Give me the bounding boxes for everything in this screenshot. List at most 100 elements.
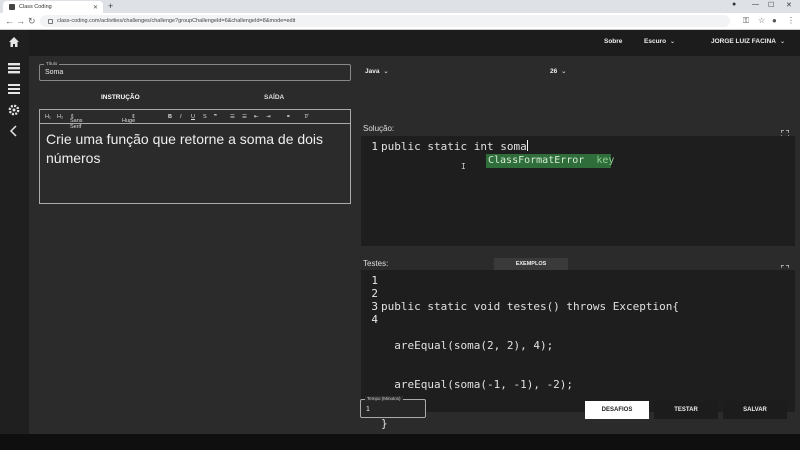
url-input[interactable]: class-coding.com/activities/challenges/c…	[40, 15, 730, 27]
outdent-icon[interactable]: ⇤	[254, 114, 259, 120]
line-numbers: 1 2 3 4	[361, 274, 378, 326]
line-number: 1	[371, 140, 378, 153]
close-icon[interactable]: ✕	[93, 4, 98, 11]
browser-tab-bar: Class Coding ✕ + ● — ☐ ✕	[0, 0, 800, 13]
browser-menu-icon[interactable]: ●	[732, 1, 736, 8]
instruction-tabs: INSTRUÇÃO SAÍDA	[39, 90, 351, 106]
line-number: 3	[371, 300, 378, 313]
solution-code[interactable]: public static int soma	[381, 140, 528, 153]
title-field-label: Título	[44, 61, 60, 66]
indent-icon[interactable]: ⇥	[266, 114, 271, 120]
chevron-down-icon: ⌄	[670, 39, 676, 45]
testes-label: Testes:	[363, 259, 389, 268]
star-icon[interactable]: ☆	[758, 16, 765, 25]
salvar-button[interactable]: SALVAR	[723, 401, 787, 419]
bold-icon[interactable]: B	[168, 114, 172, 120]
address-bar: ← → ↻ class-coding.com/activities/challe…	[0, 13, 800, 30]
fullscreen-icon[interactable]	[780, 260, 790, 274]
code-line: areEqual(soma(-1, -1), -2);	[381, 378, 574, 391]
desafios-button[interactable]: DESAFIOS	[585, 401, 649, 419]
fullscreen-icon[interactable]	[780, 125, 790, 139]
theme-select-value: Escuro	[644, 38, 667, 45]
minimize-icon[interactable]: —	[752, 1, 759, 8]
window-close-icon[interactable]: ✕	[786, 1, 792, 9]
app-header: Sobre Escuro ⌄ JORGE LUIZ FACINA ⌄	[29, 30, 800, 56]
gear-icon[interactable]	[7, 103, 21, 117]
rich-text-editor: H₁ H₂ Sans Serif ⇕ Huge ⇕ B I U S ❞ ☰ ☰ …	[39, 109, 351, 204]
heading-2-button[interactable]: H₂	[57, 114, 63, 120]
clear-format-icon[interactable]: T̸	[304, 114, 307, 120]
ordered-list-icon[interactable]: ☰	[230, 114, 235, 120]
text-cursor	[526, 140, 528, 151]
exemplos-button[interactable]: EXEMPLOS	[494, 258, 568, 270]
user-name: JORGE LUIZ FACINA	[711, 38, 777, 45]
line-number: 1	[371, 274, 378, 287]
heading-1-button[interactable]: H₁	[45, 114, 51, 120]
line-number: 2	[371, 287, 378, 300]
bullet-list-icon[interactable]: ☰	[242, 114, 247, 120]
code-line: areEqual(soma(2, 2), 4);	[381, 339, 554, 352]
link-icon[interactable]: ⚭	[286, 114, 291, 120]
chevron-down-icon: ⌄	[383, 69, 389, 75]
solucao-label: Solução:	[363, 124, 395, 133]
italic-icon[interactable]: I	[180, 114, 182, 120]
quote-icon[interactable]: ❞	[214, 114, 217, 120]
new-tab-icon[interactable]: +	[108, 1, 113, 11]
list-icon[interactable]	[7, 61, 21, 75]
underline-icon[interactable]: U	[191, 114, 195, 120]
size-select-value: Huge	[122, 118, 136, 124]
back-icon[interactable]: ←	[5, 16, 14, 26]
language-select[interactable]: Java ⌄	[365, 68, 389, 75]
font-select-value: Sans Serif	[70, 118, 83, 130]
ibeam-cursor-icon: I	[461, 162, 466, 171]
solution-editor[interactable]: 1 public static int soma ClassFormatErro…	[361, 136, 795, 246]
chevron-down-icon: ⌄	[780, 39, 786, 45]
autocomplete-hint: key	[596, 155, 615, 166]
instruction-text[interactable]: Crie uma função que retorne a soma de do…	[46, 130, 341, 168]
tempo-value: 1	[366, 406, 370, 413]
profile-icon[interactable]: ●	[772, 16, 777, 25]
language-value: Java	[365, 68, 380, 75]
testar-button[interactable]: TESTAR	[654, 401, 718, 419]
browser-tab-title: Class Coding	[19, 4, 52, 10]
code-line: public static void testes() throws Excep…	[381, 300, 680, 313]
more-icon[interactable]: ⋮	[787, 16, 795, 25]
line-numbers: 1	[361, 140, 378, 153]
editor-toolbar: H₁ H₂ Sans Serif ⇕ Huge ⇕ B I U S ❞ ☰ ☰ …	[40, 110, 350, 130]
chevron-left-icon[interactable]	[7, 124, 21, 138]
tab-instrucao[interactable]: INSTRUÇÃO	[101, 94, 140, 101]
size-select[interactable]: Huge ⇕	[122, 114, 136, 124]
tempo-label: Tempo (Minutos)	[365, 396, 403, 401]
autocomplete-item[interactable]: ClassFormatError key	[486, 154, 615, 168]
version-select[interactable]: 26 ⌄	[550, 68, 566, 75]
title-field-value: Soma	[45, 69, 64, 76]
strike-icon[interactable]: S	[203, 114, 207, 120]
tempo-field[interactable]: Tempo (Minutos) 1	[360, 396, 426, 418]
url-text: class-coding.com/activities/challenges/c…	[57, 18, 296, 24]
font-select[interactable]: Sans Serif ⇕	[70, 114, 83, 130]
app: Sobre Escuro ⌄ JORGE LUIZ FACINA ⌄ Título …	[0, 30, 800, 434]
key-icon[interactable]: ⚿	[743, 16, 749, 26]
maximize-icon[interactable]: ☐	[768, 1, 774, 9]
theme-select[interactable]: Escuro ⌄	[644, 38, 675, 45]
user-menu[interactable]: JORGE LUIZ FACINA ⌄	[711, 38, 785, 45]
favicon-icon	[9, 4, 15, 10]
reload-icon[interactable]: ↻	[28, 16, 36, 27]
tests-code[interactable]: public static void testes() throws Excep…	[381, 274, 679, 450]
title-field[interactable]: Título Soma	[39, 61, 351, 81]
menu-icon[interactable]	[7, 82, 21, 96]
browser-tab[interactable]: Class Coding ✕	[3, 1, 103, 13]
version-value: 26	[550, 68, 558, 75]
tab-saida[interactable]: SAÍDA	[264, 94, 284, 101]
chevron-down-icon: ⌄	[561, 69, 567, 75]
code-pane: Java ⌄ 26 ⌄ Solução: 1 public static int s…	[356, 56, 800, 434]
line-number: 4	[371, 313, 378, 326]
instruction-pane: Título Soma INSTRUÇÃO SAÍDA H₁ H₂ Sans S…	[29, 56, 356, 434]
home-icon[interactable]	[7, 35, 21, 49]
tests-editor[interactable]: 1 2 3 4 public static void testes() thro…	[361, 270, 795, 430]
sidebar	[0, 30, 29, 434]
bottom-bar	[0, 434, 800, 450]
autocomplete-item-label: ClassFormatError	[488, 155, 585, 166]
sobre-link[interactable]: Sobre	[604, 38, 622, 45]
forward-icon[interactable]: →	[16, 16, 25, 26]
